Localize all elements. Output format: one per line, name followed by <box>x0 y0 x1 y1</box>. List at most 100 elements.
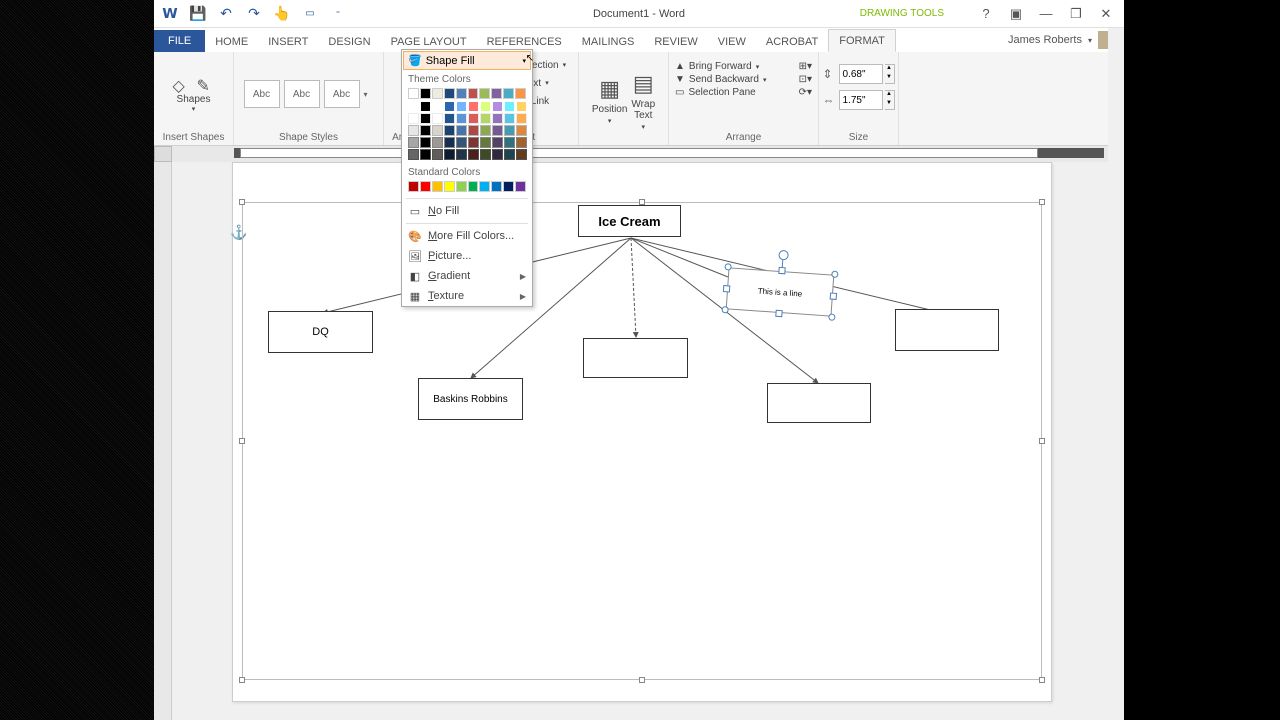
color-swatch[interactable] <box>408 125 419 136</box>
height-input[interactable]: 0.68" <box>839 64 883 84</box>
color-swatch[interactable] <box>432 149 443 160</box>
color-swatch[interactable] <box>504 125 515 136</box>
color-swatch[interactable] <box>516 101 527 112</box>
redo-icon[interactable]: ↷ <box>246 6 262 22</box>
color-swatch[interactable] <box>492 137 503 148</box>
shape-empty-1[interactable] <box>583 338 688 378</box>
style-preset-1[interactable]: Abc <box>244 80 280 108</box>
color-swatch[interactable] <box>456 149 467 160</box>
align-button[interactable]: ⊞▾ <box>799 61 812 72</box>
color-swatch[interactable] <box>492 101 503 112</box>
color-swatch[interactable] <box>468 113 479 124</box>
color-swatch[interactable] <box>408 101 419 112</box>
picture-item[interactable]: 🖼 Picture... <box>402 246 532 266</box>
color-swatch[interactable] <box>480 149 491 160</box>
tab-home[interactable]: HOME <box>205 31 258 52</box>
rotate-button[interactable]: ⟳▾ <box>799 87 812 98</box>
color-swatch[interactable] <box>468 101 479 112</box>
tab-design[interactable]: DESIGN <box>318 31 380 52</box>
tab-file[interactable]: FILE <box>154 30 205 52</box>
customize-icon[interactable]: ▭ <box>302 6 318 22</box>
color-swatch[interactable] <box>492 113 503 124</box>
color-swatch[interactable] <box>504 149 515 160</box>
selection-pane-button[interactable]: ▭ Selection Pane <box>675 87 756 98</box>
bring-forward-button[interactable]: ▲ Bring Forward ▾ <box>675 61 759 72</box>
color-swatch[interactable] <box>504 101 515 112</box>
shape-fill-button[interactable]: 🪣 Shape Fill ▾ ↖ <box>403 51 531 70</box>
color-swatch[interactable] <box>408 113 419 124</box>
color-swatch[interactable] <box>515 88 526 99</box>
style-preset-2[interactable]: Abc <box>284 80 320 108</box>
save-icon[interactable]: 💾 <box>190 6 206 22</box>
color-swatch[interactable] <box>408 149 419 160</box>
color-swatch[interactable] <box>420 149 431 160</box>
color-swatch[interactable] <box>480 101 491 112</box>
width-input[interactable]: 1.75" <box>839 90 883 110</box>
width-spinner[interactable]: ▲▼ <box>885 90 895 110</box>
color-swatch[interactable] <box>420 88 431 99</box>
user-account[interactable]: James Roberts ▾ <box>1008 31 1116 49</box>
vertical-scrollbar[interactable] <box>1108 28 1124 720</box>
shapes-button[interactable]: ◇ ✎ Shapes ▾ <box>173 76 215 113</box>
color-swatch[interactable] <box>516 125 527 136</box>
tab-review[interactable]: REVIEW <box>644 31 707 52</box>
position-button[interactable]: ▦ Position▾ <box>592 76 628 125</box>
color-swatch[interactable] <box>444 137 455 148</box>
wrap-text-button[interactable]: ▤ Wrap Text▾ <box>631 71 655 131</box>
color-swatch[interactable] <box>444 149 455 160</box>
color-swatch[interactable] <box>444 101 455 112</box>
send-backward-button[interactable]: ▼ Send Backward ▾ <box>675 74 766 85</box>
color-swatch[interactable] <box>456 101 467 112</box>
color-swatch[interactable] <box>468 125 479 136</box>
color-swatch[interactable] <box>408 88 419 99</box>
color-swatch[interactable] <box>420 181 431 192</box>
color-swatch[interactable] <box>468 137 479 148</box>
shape-selected[interactable]: This is a line <box>726 267 835 316</box>
color-swatch[interactable] <box>432 125 443 136</box>
color-swatch[interactable] <box>468 88 479 99</box>
color-swatch[interactable] <box>408 181 419 192</box>
touch-icon[interactable]: 👆 <box>274 6 290 22</box>
undo-icon[interactable]: ↶ <box>218 6 234 22</box>
color-swatch[interactable] <box>444 113 455 124</box>
styles-more-icon[interactable]: ▾ <box>364 90 374 99</box>
color-swatch[interactable] <box>444 181 455 192</box>
group-button[interactable]: ⊡▾ <box>799 74 812 85</box>
color-swatch[interactable] <box>516 113 527 124</box>
color-swatch[interactable] <box>492 125 503 136</box>
color-swatch[interactable] <box>468 149 479 160</box>
color-swatch[interactable] <box>444 125 455 136</box>
rotate-handle[interactable] <box>778 250 789 261</box>
color-swatch[interactable] <box>420 113 431 124</box>
color-swatch[interactable] <box>456 181 467 192</box>
color-swatch[interactable] <box>504 113 515 124</box>
color-swatch[interactable] <box>516 149 527 160</box>
color-swatch[interactable] <box>432 113 443 124</box>
color-swatch[interactable] <box>515 181 526 192</box>
shape-ice-cream[interactable]: Ice Cream <box>578 205 681 237</box>
tab-insert[interactable]: INSERT <box>258 31 318 52</box>
tab-acrobat[interactable]: ACROBAT <box>756 31 828 52</box>
tab-mailings[interactable]: MAILINGS <box>572 31 645 52</box>
help-icon[interactable]: ? <box>976 4 996 24</box>
color-swatch[interactable] <box>479 88 490 99</box>
color-swatch[interactable] <box>456 125 467 136</box>
ribbon-options-icon[interactable]: ▣ <box>1006 4 1026 24</box>
color-swatch[interactable] <box>432 181 443 192</box>
no-fill-item[interactable]: ▭ No Fill <box>402 201 532 221</box>
color-swatch[interactable] <box>432 88 443 99</box>
color-swatch[interactable] <box>420 125 431 136</box>
color-swatch[interactable] <box>456 137 467 148</box>
color-swatch[interactable] <box>492 149 503 160</box>
color-swatch[interactable] <box>444 88 455 99</box>
color-swatch[interactable] <box>516 137 527 148</box>
color-swatch[interactable] <box>432 137 443 148</box>
color-swatch[interactable] <box>420 137 431 148</box>
color-swatch[interactable] <box>456 88 467 99</box>
color-swatch[interactable] <box>491 88 502 99</box>
shape-baskins-robbins[interactable]: Baskins Robbins <box>418 378 523 420</box>
drawing-canvas[interactable]: Ice Cream DQ Baskins Robbins This is a l… <box>242 202 1042 680</box>
restore-icon[interactable]: ❐ <box>1066 4 1086 24</box>
shape-empty-3[interactable] <box>895 309 999 351</box>
shape-empty-2[interactable] <box>767 383 871 423</box>
